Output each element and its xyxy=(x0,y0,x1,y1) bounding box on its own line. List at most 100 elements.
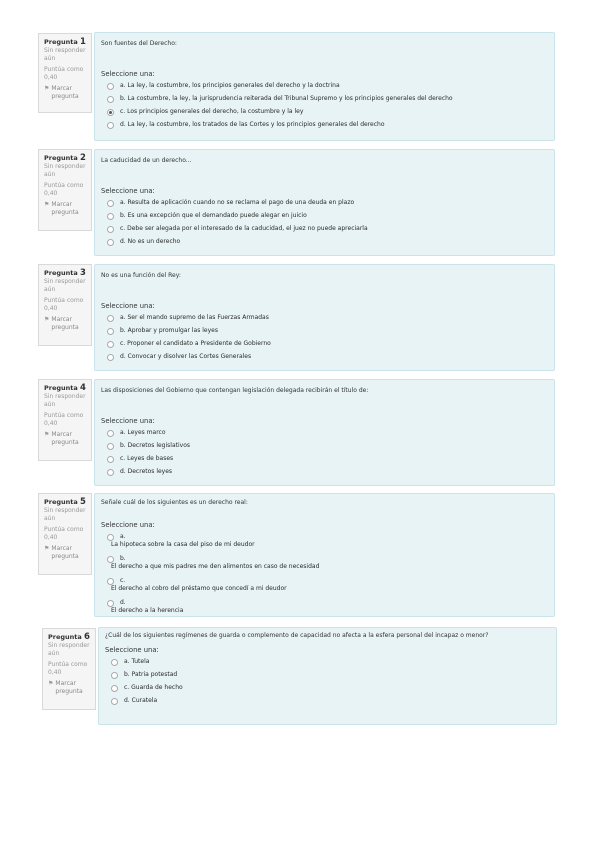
question-info: Pregunta 6 Sin responder aún Puntúa como… xyxy=(42,628,96,710)
option-text: d. La ley, la costumbre, los tratados de… xyxy=(120,121,385,128)
radio-button[interactable] xyxy=(107,213,114,220)
question-state: Sin responder aún xyxy=(44,278,86,293)
answer-option[interactable]: a. La ley, la costumbre, los principios … xyxy=(107,82,548,90)
radio-button[interactable] xyxy=(107,469,114,476)
option-text: c. Debe ser alegada por el interesado de… xyxy=(120,225,368,232)
radio-button[interactable] xyxy=(107,354,114,361)
question-grade: Puntúa como 0,40 xyxy=(44,297,84,312)
radio-button[interactable] xyxy=(111,685,118,692)
question-label: Pregunta xyxy=(44,38,78,46)
question-content: ¿Cuál de los siguientes regímenes de gua… xyxy=(98,627,557,725)
question-grade: Puntúa como 0,40 xyxy=(44,182,84,197)
question-info: Pregunta 3 Sin responder aún Puntúa como… xyxy=(38,264,92,346)
question-label: Pregunta xyxy=(48,633,82,641)
answer-prompt: Seleccione una: xyxy=(101,417,155,425)
answer-option[interactable]: d. Decretos leyes xyxy=(107,468,548,476)
answer-option[interactable]: d. Convocar y disolver las Cortes Genera… xyxy=(107,353,548,361)
question-text: La caducidad de un derecho... xyxy=(101,157,192,164)
answer-option[interactable]: c. Guarda de hecho xyxy=(111,684,550,692)
radio-button[interactable] xyxy=(107,578,114,585)
question-info: Pregunta 4 Sin responder aún Puntúa como… xyxy=(38,379,92,461)
answer-option[interactable]: a. La hipoteca sobre la casa del piso de… xyxy=(107,533,548,549)
question-state: Sin responder aún xyxy=(44,47,86,62)
answer-option[interactable]: c. El derecho al cobro del préstamo que … xyxy=(107,577,548,593)
option-letter: b. xyxy=(120,555,126,562)
radio-button[interactable] xyxy=(107,83,114,90)
flag-icon: ⚑ xyxy=(44,431,50,438)
answer-prompt: Seleccione una: xyxy=(105,646,159,654)
question-number: Pregunta 4 xyxy=(44,384,87,393)
radio-button[interactable] xyxy=(111,698,118,705)
option-text: c. Leyes de bases xyxy=(120,455,174,462)
answer-option[interactable]: d. El derecho a la herencia xyxy=(107,599,548,615)
answer-prompt: Seleccione una: xyxy=(101,521,155,529)
answer-option[interactable]: b. El derecho a que mis padres me den al… xyxy=(107,555,548,571)
answer-prompt: Seleccione una: xyxy=(101,70,155,78)
question-number-value: 3 xyxy=(80,268,86,278)
option-text: b. Decretos legislativos xyxy=(120,442,190,449)
radio-button[interactable] xyxy=(111,672,118,679)
answer-option[interactable]: d. Curatela xyxy=(111,697,550,705)
answer-option[interactable]: b. Aprobar y promulgar las leyes xyxy=(107,327,548,335)
answer-option[interactable]: d. La ley, la costumbre, los tratados de… xyxy=(107,121,548,129)
flag-question-link[interactable]: ⚑ Marcar pregunta xyxy=(44,201,87,217)
radio-button[interactable] xyxy=(107,443,114,450)
radio-button[interactable] xyxy=(107,239,114,246)
answer-option[interactable]: c. Leyes de bases xyxy=(107,455,548,463)
radio-button[interactable] xyxy=(107,430,114,437)
radio-button[interactable] xyxy=(111,659,118,666)
flag-question-link[interactable]: ⚑ Marcar pregunta xyxy=(44,431,87,447)
option-text: a. Tutela xyxy=(124,658,150,665)
answer-option[interactable]: c. Los principios generales del derecho,… xyxy=(107,108,548,116)
radio-button[interactable] xyxy=(107,200,114,207)
answer-option[interactable]: d. No es un derecho xyxy=(107,238,548,246)
option-text: c. Los principios generales del derecho,… xyxy=(120,108,304,115)
flag-question-link[interactable]: ⚑ Marcar pregunta xyxy=(48,680,91,696)
option-text: d. Convocar y disolver las Cortes Genera… xyxy=(120,353,252,360)
radio-button[interactable] xyxy=(107,315,114,322)
radio-button-selected[interactable] xyxy=(107,109,114,116)
question-info: Pregunta 5 Sin responder aún Puntúa como… xyxy=(38,493,92,575)
answer-option[interactable]: b. Es una excepción que el demandado pue… xyxy=(107,212,548,220)
radio-button[interactable] xyxy=(107,328,114,335)
answer-option[interactable]: c. Proponer el candidato a Presidente de… xyxy=(107,340,548,348)
question-number-value: 6 xyxy=(84,632,90,642)
answer-option[interactable]: b. Patria potestad xyxy=(111,671,550,679)
answer-option[interactable]: b. La costumbre, la ley, la jurisprudenc… xyxy=(107,95,548,103)
question-grade: Puntúa como 0,40 xyxy=(44,526,84,541)
radio-button[interactable] xyxy=(107,96,114,103)
flag-question-link[interactable]: ⚑ Marcar pregunta xyxy=(44,85,87,101)
radio-button[interactable] xyxy=(107,341,114,348)
option-letter: a. xyxy=(120,533,126,540)
flag-label: Marcar pregunta xyxy=(51,201,79,216)
answer-option[interactable]: c. Debe ser alegada por el interesado de… xyxy=(107,225,548,233)
flag-question-link[interactable]: ⚑ Marcar pregunta xyxy=(44,545,87,561)
radio-button[interactable] xyxy=(107,122,114,129)
question-text: ¿Cuál de los siguientes regímenes de gua… xyxy=(105,632,489,639)
radio-button[interactable] xyxy=(107,600,114,607)
answer-prompt: Seleccione una: xyxy=(101,187,155,195)
question-state: Sin responder aún xyxy=(44,393,86,408)
answer-option[interactable]: a. Resulta de aplicación cuando no se re… xyxy=(107,199,548,207)
question-content: La caducidad de un derecho... Seleccione… xyxy=(94,149,555,256)
option-text: a. Resulta de aplicación cuando no se re… xyxy=(120,199,355,206)
question-number: Pregunta 2 xyxy=(44,154,87,163)
question-content: Señale cuál de los siguientes es un dere… xyxy=(94,493,555,617)
radio-button[interactable] xyxy=(107,226,114,233)
question-content: Son fuentes del Derecho: Seleccione una:… xyxy=(94,32,555,141)
flag-question-link[interactable]: ⚑ Marcar pregunta xyxy=(44,316,87,332)
option-text: b. Es una excepción que el demandado pue… xyxy=(120,212,307,219)
flag-icon: ⚑ xyxy=(44,201,50,208)
answer-option[interactable]: b. Decretos legislativos xyxy=(107,442,548,450)
question-info: Pregunta 1 Sin responder aún Puntúa como… xyxy=(38,33,92,113)
option-text: El derecho a la herencia xyxy=(111,607,184,614)
radio-button[interactable] xyxy=(107,534,114,541)
question-number: Pregunta 3 xyxy=(44,268,87,278)
answer-option[interactable]: a. Ser el mando supremo de las Fuerzas A… xyxy=(107,314,548,322)
answer-option[interactable]: a. Leyes marco xyxy=(107,429,548,437)
radio-button[interactable] xyxy=(107,556,114,563)
answer-option[interactable]: a. Tutela xyxy=(111,658,550,666)
radio-button[interactable] xyxy=(107,456,114,463)
question-label: Pregunta xyxy=(44,269,78,277)
question-number-value: 5 xyxy=(80,497,86,507)
